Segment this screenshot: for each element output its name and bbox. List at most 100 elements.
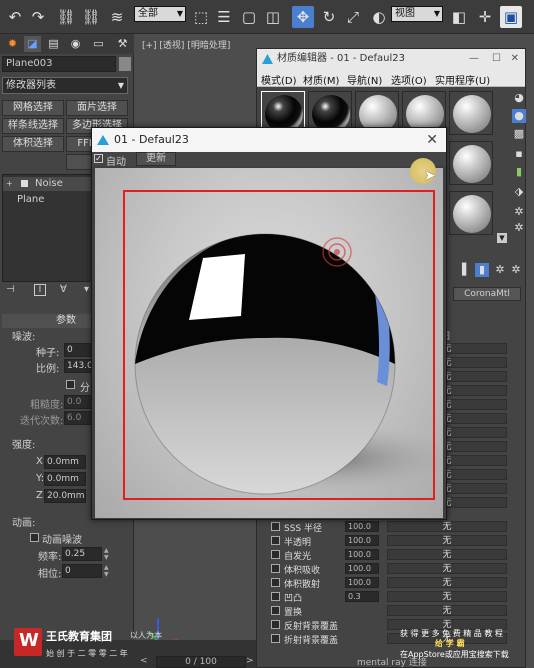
scale-icon[interactable]: ⤢	[342, 6, 364, 28]
display-tab-icon[interactable]: ▭	[90, 36, 107, 52]
undo-icon[interactable]: ↶	[4, 6, 26, 28]
render-region-frame[interactable]	[123, 190, 435, 500]
make-unique-icon[interactable]: ∀	[60, 284, 67, 295]
select-object-icon[interactable]: ⬚	[190, 6, 212, 28]
create-tab-icon[interactable]: ✹	[4, 36, 21, 52]
material-slot[interactable]	[449, 141, 493, 185]
param-checkbox[interactable]	[271, 606, 280, 615]
go-to-parent-icon[interactable]: ✲	[493, 263, 507, 277]
phase-input[interactable]: 0	[62, 564, 102, 578]
param-amount[interactable]: 100.0	[345, 535, 379, 546]
roughness-input[interactable]: 0.0	[64, 395, 94, 409]
param-checkbox[interactable]	[271, 620, 280, 629]
reference-coord-dropdown[interactable]: 视图 ▼	[391, 6, 443, 22]
phase-spinner[interactable]: ▲ ▼	[104, 564, 111, 578]
rotate-icon[interactable]: ↻	[318, 6, 340, 28]
rect-selection-icon[interactable]: ▢	[238, 6, 260, 28]
iterations-input[interactable]: 6.0	[64, 411, 94, 425]
object-color-swatch[interactable]	[119, 57, 131, 71]
time-prev-arrow[interactable]: <	[140, 656, 148, 666]
menu-material[interactable]: 材质(M)	[303, 72, 339, 87]
menu-options[interactable]: 选项(O)	[391, 72, 427, 87]
pin-stack-icon[interactable]: ⊣	[6, 284, 15, 295]
param-amount[interactable]: 0.3	[345, 591, 379, 602]
param-checkbox[interactable]	[271, 522, 280, 531]
show-map-icon[interactable]: ▐	[455, 263, 469, 277]
pivot-icon[interactable]: ◧	[448, 6, 470, 28]
param-amount[interactable]: 100.0	[345, 521, 379, 532]
param-map-button[interactable]: 无	[387, 577, 507, 588]
select-manipulate-icon[interactable]: ✛	[474, 6, 496, 28]
material-slot[interactable]	[449, 91, 493, 135]
move-icon[interactable]: ✥	[292, 6, 314, 28]
param-checkbox[interactable]	[271, 578, 280, 587]
link-icon[interactable]: ⛓	[55, 6, 77, 28]
close-icon[interactable]: ✕	[426, 128, 438, 152]
utilities-tab-icon[interactable]: ⚒	[114, 36, 131, 52]
time-next-arrow[interactable]: >	[246, 656, 254, 666]
show-end-result-icon[interactable]: I	[34, 284, 46, 296]
strength-y-input[interactable]: 0.0mm	[44, 472, 86, 486]
select-by-name-icon[interactable]: ☰	[213, 6, 235, 28]
reference-coord-icon[interactable]: ◐	[368, 6, 390, 28]
select-by-material-icon[interactable]: ✲	[512, 221, 526, 235]
keyboard-shortcut-icon[interactable]: ▣	[500, 6, 522, 28]
window-crossing-icon[interactable]: ◫	[262, 6, 284, 28]
param-checkbox[interactable]	[271, 564, 280, 573]
expand-icon[interactable]: +	[6, 177, 13, 191]
param-checkbox[interactable]	[271, 592, 280, 601]
go-forward-sibling-icon[interactable]: ✲	[509, 263, 523, 277]
bind-spacewarp-icon[interactable]: ≋	[106, 6, 128, 28]
param-checkbox[interactable]	[271, 536, 280, 545]
redo-icon[interactable]: ↷	[27, 6, 49, 28]
param-map-button[interactable]: 无	[387, 521, 507, 532]
menu-mode[interactable]: 模式(D)	[261, 72, 297, 87]
selection-filter-dropdown[interactable]: 全部 ▼	[134, 6, 186, 22]
make-preview-icon[interactable]: ⬗	[512, 185, 526, 199]
param-map-button[interactable]: 无	[387, 563, 507, 574]
param-amount[interactable]: 100.0	[345, 577, 379, 588]
modifier-list-dropdown[interactable]: 修改器列表 ▼	[2, 77, 128, 94]
animate-noise-checkbox[interactable]	[30, 533, 39, 542]
time-slider[interactable]: 0 / 100	[156, 656, 246, 668]
unlink-icon[interactable]: ⛓	[80, 6, 102, 28]
param-map-button[interactable]: 无	[387, 549, 507, 560]
strength-z-input[interactable]: 20.0mm	[44, 489, 86, 503]
param-amount[interactable]: 100.0	[345, 549, 379, 560]
options-icon[interactable]: ✲	[512, 205, 526, 219]
update-button[interactable]: 更新	[136, 152, 176, 166]
modify-tab-icon[interactable]: ◪	[24, 36, 41, 52]
menu-navigation[interactable]: 导航(N)	[347, 72, 382, 87]
material-slot[interactable]	[449, 191, 493, 235]
minimize-icon[interactable]: —	[469, 49, 479, 69]
spline-select-button[interactable]: 样条线选择	[2, 118, 64, 134]
scroll-down-arrow[interactable]: ▼	[497, 233, 507, 243]
close-icon[interactable]: ✕	[511, 49, 519, 69]
show-end-result-icon[interactable]: ▮	[475, 263, 489, 277]
background-icon[interactable]: ▩	[512, 127, 526, 141]
param-amount[interactable]: 100.0	[345, 563, 379, 574]
material-type-button[interactable]: CoronaMtl	[453, 287, 521, 301]
param-map-button[interactable]: 无	[387, 605, 507, 616]
motion-tab-icon[interactable]: ◉	[67, 36, 84, 52]
light-bulb-icon[interactable]	[21, 180, 28, 187]
scale-input[interactable]: 143.0	[64, 359, 94, 373]
mesh-select-button[interactable]: 网格选择	[2, 100, 64, 116]
maximize-icon[interactable]: ☐	[492, 49, 501, 69]
param-checkbox[interactable]	[271, 550, 280, 559]
frequency-spinner[interactable]: ▲ ▼	[104, 547, 111, 561]
backlight-icon[interactable]: ●	[512, 109, 526, 123]
seed-input[interactable]: 0	[64, 343, 94, 357]
remove-modifier-icon[interactable]: ▾	[84, 284, 89, 295]
strength-x-input[interactable]: 0.0mm	[44, 455, 86, 469]
param-map-button[interactable]: 无	[387, 591, 507, 602]
param-checkbox[interactable]	[271, 634, 280, 643]
render-window-titlebar[interactable]: 01 - Defaul23 ✕	[92, 128, 446, 152]
frequency-input[interactable]: 0.25	[62, 547, 102, 561]
object-name-field[interactable]: Plane003	[2, 56, 116, 72]
hierarchy-tab-icon[interactable]: ▤	[45, 36, 62, 52]
patch-select-button[interactable]: 面片选择	[66, 100, 128, 116]
sample-type-icon[interactable]: ◕	[512, 91, 526, 105]
sample-uv-icon[interactable]: ▪	[512, 147, 526, 161]
video-color-icon[interactable]: ▮	[512, 165, 526, 179]
